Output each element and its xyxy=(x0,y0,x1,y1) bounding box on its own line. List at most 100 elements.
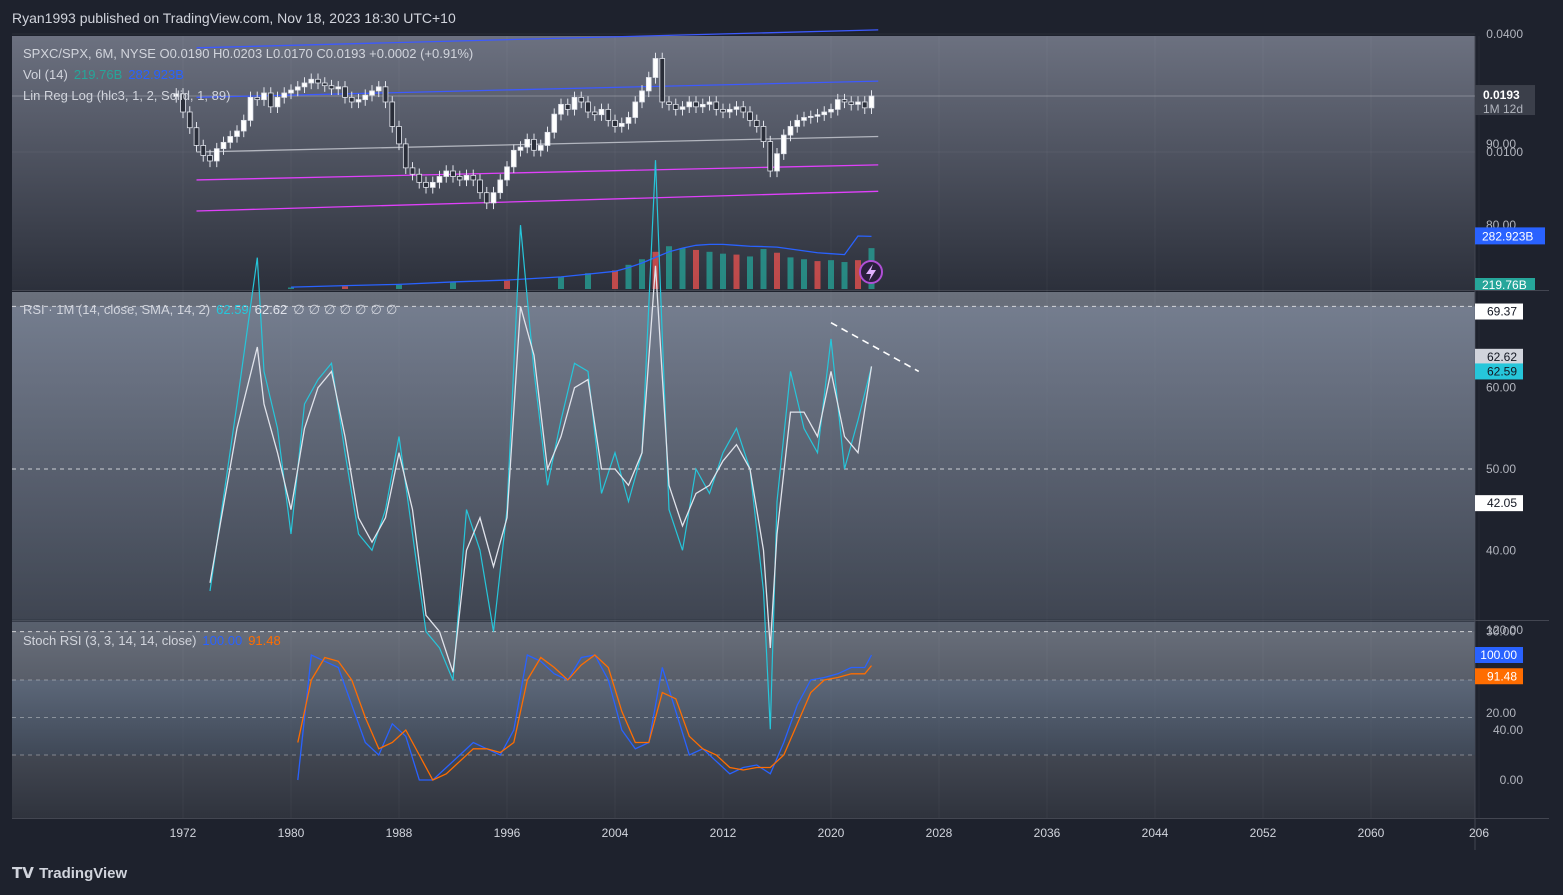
candle-body xyxy=(362,94,369,101)
time-tick-label: 2060 xyxy=(1358,826,1385,840)
rsi-tick-label: 90.00 xyxy=(1486,137,1516,151)
candle-body xyxy=(706,101,713,105)
candle-body xyxy=(348,96,355,103)
candle-body xyxy=(288,89,294,94)
volume-bar xyxy=(342,286,348,289)
time-tick-label: 1988 xyxy=(386,826,413,840)
candle-body xyxy=(315,78,321,84)
candle-body xyxy=(281,92,288,98)
last-price-tag: 0.0193 xyxy=(1483,88,1520,102)
rsi-legend: RSI · 1M (14, close, SMA, 14, 2) 62.59 62.… xyxy=(23,302,398,318)
volume-bar xyxy=(558,276,564,289)
candle-body xyxy=(335,86,342,90)
candle-body xyxy=(443,170,450,177)
candle-body xyxy=(625,117,632,124)
candle-body xyxy=(868,95,875,109)
rsi-tick-label: 50.00 xyxy=(1486,462,1516,476)
candle-body xyxy=(355,99,362,103)
volume-bar xyxy=(396,284,402,289)
candle-body xyxy=(591,111,598,116)
candle-body xyxy=(423,181,429,188)
linreg-legend: Lin Reg Log (hlc3, 1, 2, Solid, 1, 89) xyxy=(23,88,231,103)
time-tick-label: 2004 xyxy=(602,826,629,840)
candle-body xyxy=(537,145,544,151)
stoch-tick-label: 40.00 xyxy=(1493,723,1523,737)
volume-bar xyxy=(787,257,794,289)
volume-bar xyxy=(760,249,767,289)
candle-body xyxy=(558,103,564,115)
candle-body xyxy=(720,108,726,113)
time-tick-label: 2012 xyxy=(710,826,737,840)
candle-body xyxy=(247,96,254,121)
publish-header: Ryan1993 published on TradingView.com, N… xyxy=(12,10,456,26)
rsi-tick-label: 40.00 xyxy=(1486,543,1516,557)
price-tick-label: 0.0400 xyxy=(1486,27,1523,41)
candle-body xyxy=(807,115,814,118)
candle-body xyxy=(450,170,456,177)
countdown-tag: 1M 12d xyxy=(1483,102,1523,116)
rsi-tag-upper: 69.37 xyxy=(1487,305,1517,319)
candle-body xyxy=(814,114,821,117)
candle-body xyxy=(234,130,240,137)
time-tick-label: 1980 xyxy=(278,826,305,840)
candle-body xyxy=(369,90,375,96)
candle-body xyxy=(267,92,274,108)
chart-canvas[interactable]: 1972 1980 1988 1996 2004 2012 2020 2028 2036 2044… xyxy=(0,0,1563,895)
volume-bar xyxy=(747,256,753,289)
candle-body xyxy=(504,166,510,181)
candle-body xyxy=(780,134,787,155)
candle-body xyxy=(632,101,639,118)
candle-body xyxy=(693,101,699,108)
candle-body xyxy=(774,153,780,172)
candle-body xyxy=(402,143,409,169)
candle-body xyxy=(639,90,645,103)
candle-body xyxy=(618,122,625,127)
time-tick-label: 206 xyxy=(1469,826,1489,840)
candle-body xyxy=(274,96,281,108)
candle-body xyxy=(686,101,693,108)
candle-body xyxy=(713,101,720,110)
price-pane[interactable] xyxy=(12,36,1475,290)
candle-body xyxy=(679,106,686,110)
lightning-icon[interactable] xyxy=(859,260,883,284)
candle-body xyxy=(389,101,396,127)
candle-body xyxy=(571,96,578,110)
candle-body xyxy=(483,192,490,204)
candle-body xyxy=(186,111,193,129)
candle-body xyxy=(308,78,315,84)
time-tick-label: 2020 xyxy=(818,826,845,840)
volume-bar xyxy=(720,253,726,289)
time-tick-label: 2036 xyxy=(1034,826,1061,840)
candle-body xyxy=(429,181,436,188)
candle-body xyxy=(544,131,551,146)
time-tick-label: 2028 xyxy=(926,826,953,840)
candle-body xyxy=(328,85,335,90)
candle-body xyxy=(598,108,605,116)
candle-body xyxy=(321,82,328,87)
volume-bar xyxy=(841,262,848,289)
candle-body xyxy=(834,99,841,110)
rsi-tag-lower: 42.05 xyxy=(1487,496,1517,510)
candle-body xyxy=(416,173,423,183)
volume-bar xyxy=(679,248,686,289)
candle-body xyxy=(551,113,558,133)
candle-body xyxy=(801,117,807,121)
volume-bar xyxy=(801,259,807,289)
candle-body xyxy=(510,149,517,168)
candle-body xyxy=(733,106,740,110)
vol-tag: 219.76B xyxy=(1482,278,1527,292)
candle-body xyxy=(855,101,861,105)
candle-body xyxy=(612,119,618,127)
rsi-tick-label: 60.00 xyxy=(1486,381,1516,395)
candle-body xyxy=(200,145,207,156)
volume-bar xyxy=(828,260,834,289)
candle-body xyxy=(740,106,747,113)
vol-ma-tag: 282.923B xyxy=(1482,229,1533,243)
candle-body xyxy=(605,108,612,121)
stoch-k-tag: 100.00 xyxy=(1480,648,1517,662)
candle-body xyxy=(409,167,416,175)
candle-body xyxy=(672,103,679,110)
tradingview-logo[interactable]: 𝗧𝗩 TradingView xyxy=(12,864,127,882)
candle-body xyxy=(463,174,470,181)
candle-body xyxy=(470,174,477,181)
